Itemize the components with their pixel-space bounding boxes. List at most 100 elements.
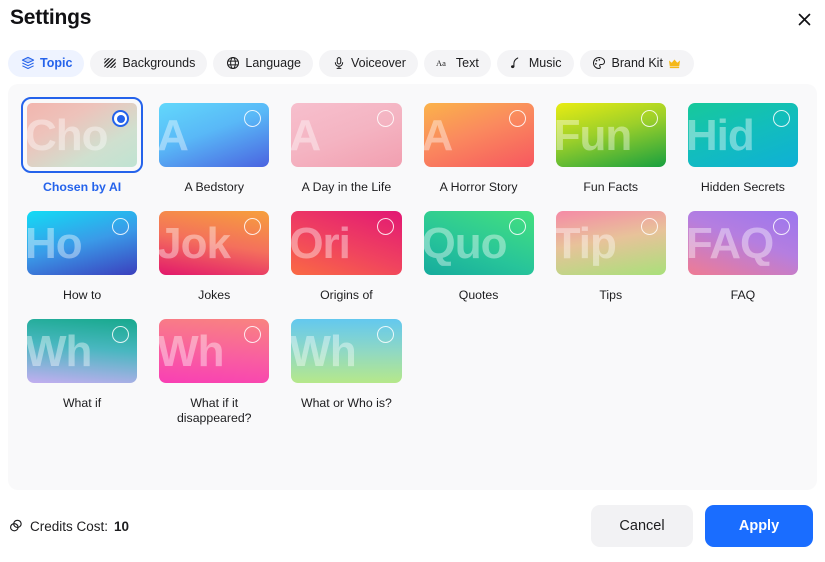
topic-label: FAQ (730, 288, 756, 302)
svg-text:Aa: Aa (436, 58, 446, 68)
topic-radio[interactable] (773, 110, 790, 127)
topic-card[interactable]: Cho Chosen by AI (16, 93, 148, 195)
topic-label: Hidden Secrets (700, 180, 785, 194)
topic-card[interactable]: A A Horror Story (413, 93, 545, 195)
topic-radio[interactable] (508, 110, 526, 127)
topic-thumbnail: Cho (27, 103, 138, 167)
topic-card-frame: Quo (418, 205, 540, 281)
topic-label: What or Who is? (300, 396, 392, 410)
crown-icon (668, 56, 682, 70)
topic-radio[interactable] (640, 110, 658, 127)
topic-thumbnail: Wh (27, 319, 138, 383)
topic-radio[interactable] (773, 218, 790, 235)
tab-backgrounds[interactable]: Backgrounds (90, 49, 208, 77)
topic-card[interactable]: Wh What or Who is? (280, 309, 412, 426)
tab-topic-label: Topic (40, 56, 73, 70)
topic-card-frame: A (285, 97, 407, 173)
layers-icon (20, 56, 35, 71)
topic-label: A Bedstory (184, 180, 244, 194)
topic-card-frame: Ho (21, 205, 143, 281)
topic-thumbnail: Tip (555, 211, 666, 275)
topic-thumbnail: FAQ (687, 211, 798, 275)
page-title: Settings (10, 6, 92, 29)
topic-card[interactable]: Hid Hidden Secrets (677, 93, 809, 195)
topic-label: Fun Facts (583, 180, 639, 194)
globe-icon (225, 56, 240, 71)
music-note-icon (509, 56, 524, 71)
cancel-button[interactable]: Cancel (591, 505, 693, 547)
tab-text[interactable]: Aa Text (423, 49, 491, 77)
tab-brand-kit-label: Brand Kit (611, 56, 663, 70)
topic-card[interactable]: Wh What if (16, 309, 148, 426)
topic-card[interactable]: Ori Origins of (280, 201, 412, 303)
settings-tab-bar: Topic Backgrounds Language Voiceover Aa … (8, 49, 817, 77)
topic-card-frame: A (153, 97, 275, 173)
topic-label: Jokes (198, 288, 231, 302)
tab-topic[interactable]: Topic (8, 49, 85, 77)
topic-thumbnail: Jok (159, 211, 270, 275)
hatch-icon (102, 56, 117, 71)
topic-label: Tips (599, 288, 623, 302)
footer-actions: Cancel Apply (591, 505, 813, 547)
topic-panel: Cho Chosen by AI A A Bedstory A A Day in the … (8, 84, 817, 490)
topic-card-frame: Hid (682, 97, 804, 173)
microphone-icon (331, 56, 346, 71)
topic-card-frame: Ori (285, 205, 407, 281)
topic-card[interactable]: A A Day in the Life (280, 93, 412, 195)
topic-thumbnail: Quo (423, 211, 534, 275)
topic-card[interactable]: Quo Quotes (413, 201, 545, 303)
topic-card[interactable]: Jok Jokes (148, 201, 280, 303)
topic-label: Origins of (320, 288, 373, 302)
tab-language[interactable]: Language (213, 49, 313, 77)
topic-radio[interactable] (376, 110, 394, 127)
tab-music-label: Music (528, 56, 562, 70)
topic-card[interactable]: Ho How to (16, 201, 148, 303)
topic-radio[interactable] (640, 218, 658, 235)
credits-value: 10 (114, 518, 130, 534)
topic-thumbnail: Fun (555, 103, 666, 167)
topic-card-frame: Wh (285, 313, 407, 389)
topic-card[interactable]: A A Bedstory (148, 93, 280, 195)
topic-label: A Horror Story (439, 180, 518, 194)
topic-card-frame: A (418, 97, 540, 173)
aa-text-icon: Aa (436, 56, 451, 71)
tab-text-label: Text (455, 56, 479, 70)
topic-card-frame: Jok (153, 205, 275, 281)
topic-label: How to (62, 288, 102, 302)
tab-language-label: Language (245, 56, 301, 70)
close-icon (797, 12, 812, 27)
topic-card[interactable]: Fun Fun Facts (545, 93, 677, 195)
palette-icon (592, 56, 607, 71)
topic-label: What if (62, 396, 102, 410)
topic-thumbnail: A (291, 103, 402, 167)
topic-radio[interactable] (508, 218, 526, 235)
topic-thumbnail: A (159, 103, 270, 167)
topic-thumbnail: Wh (291, 319, 402, 383)
topic-card-frame: Tip (550, 205, 672, 281)
tab-brand-kit[interactable]: Brand Kit (579, 49, 694, 77)
topic-card[interactable]: FAQ FAQ (677, 201, 809, 303)
tab-voiceover[interactable]: Voiceover (319, 49, 418, 77)
topic-card-frame: Wh (21, 313, 143, 389)
topic-label: Chosen by AI (43, 180, 122, 194)
topic-thumbnail: Wh (159, 319, 270, 383)
close-button[interactable] (789, 4, 819, 34)
topic-radio[interactable] (376, 326, 394, 343)
topic-card[interactable]: Wh What if it disappeared? (148, 309, 280, 426)
tab-music[interactable]: Music (496, 49, 574, 77)
apply-button[interactable]: Apply (705, 505, 813, 547)
topic-card[interactable]: Tip Tips (545, 201, 677, 303)
topic-radio[interactable] (376, 218, 394, 235)
topic-thumbnail: Ho (27, 211, 138, 275)
topic-card-frame: Cho (21, 97, 144, 173)
tab-backgrounds-label: Backgrounds (122, 56, 196, 70)
credits-label: Credits Cost: (30, 518, 109, 534)
topic-card-frame: Fun (550, 97, 672, 173)
topic-card-frame: Wh (153, 313, 275, 389)
topic-grid: Cho Chosen by AI A A Bedstory A A Day in the … (16, 93, 809, 426)
tab-voiceover-label: Voiceover (351, 56, 406, 70)
topic-thumbnail: Hid (687, 103, 798, 167)
topic-label: A Day in the Life (301, 180, 392, 194)
credits-cost: Credits Cost: 10 (8, 518, 129, 534)
topic-label: What if it disappeared? (176, 396, 252, 425)
